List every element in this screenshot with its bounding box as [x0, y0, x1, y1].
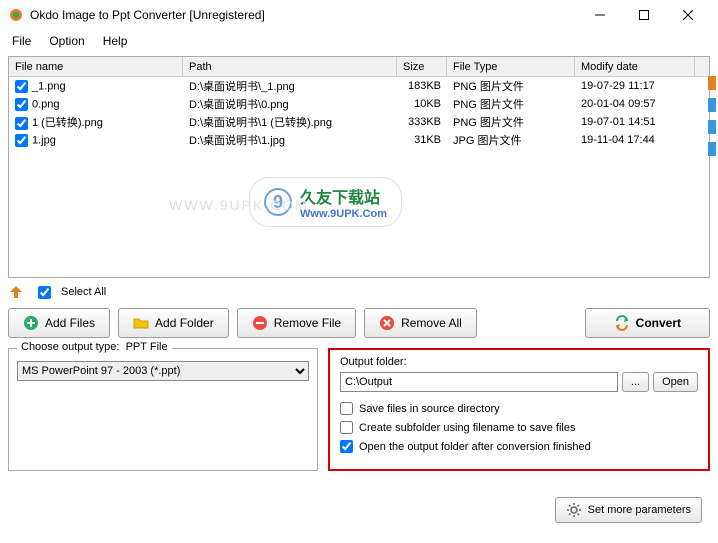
side-icons [708, 76, 716, 156]
file-list-header: File name Path Size File Type Modify dat… [9, 57, 709, 77]
row-checkbox[interactable] [15, 117, 28, 130]
save-in-source-row[interactable]: Save files in source directory [340, 402, 698, 415]
table-row[interactable]: 1.jpgD:\桌面说明书\1.jpg31KBJPG 图片文件19-11-04 … [9, 131, 709, 149]
add-files-button[interactable]: Add Files [8, 308, 110, 338]
select-all-checkbox[interactable] [38, 286, 51, 299]
convert-button[interactable]: Convert [585, 308, 710, 338]
window-title: Okdo Image to Ppt Converter [Unregistere… [30, 8, 578, 22]
output-type-group: Choose output type: PPT File MS PowerPoi… [8, 348, 318, 471]
table-row[interactable]: 1 (已转换).pngD:\桌面说明书\1 (已转换).png333KBPNG … [9, 113, 709, 131]
side-icon-1[interactable] [708, 76, 716, 90]
row-checkbox[interactable] [15, 134, 28, 147]
menu-option[interactable]: Option [41, 32, 92, 50]
browse-button[interactable]: ... [622, 372, 649, 392]
side-icon-4[interactable] [708, 142, 716, 156]
plus-icon [23, 315, 39, 331]
remove-file-button[interactable]: Remove File [237, 308, 356, 338]
col-header-size[interactable]: Size [397, 57, 447, 76]
table-row[interactable]: 0.pngD:\桌面说明书\0.png10KBPNG 图片文件20-01-04 … [9, 95, 709, 113]
row-checkbox[interactable] [15, 80, 28, 93]
open-after-checkbox[interactable] [340, 440, 353, 453]
col-header-name[interactable]: File name [9, 57, 183, 76]
col-header-path[interactable]: Path [183, 57, 397, 76]
output-type-select[interactable]: MS PowerPoint 97 - 2003 (*.ppt) [17, 361, 309, 381]
save-in-source-checkbox[interactable] [340, 402, 353, 415]
open-folder-button[interactable]: Open [653, 372, 698, 392]
select-all-row: Select All [8, 284, 710, 300]
maximize-button[interactable] [622, 0, 666, 30]
gear-icon [566, 502, 582, 518]
side-icon-3[interactable] [708, 120, 716, 134]
col-header-date[interactable]: Modify date [575, 57, 695, 76]
bottom-panel: Choose output type: PPT File MS PowerPoi… [8, 348, 710, 471]
close-button[interactable] [666, 0, 710, 30]
add-folder-button[interactable]: Add Folder [118, 308, 229, 338]
menu-file[interactable]: File [4, 32, 39, 50]
set-more-parameters-button[interactable]: Set more parameters [555, 497, 702, 523]
remove-all-button[interactable]: Remove All [364, 308, 477, 338]
create-subfolder-checkbox[interactable] [340, 421, 353, 434]
set-more-wrap: Set more parameters [555, 497, 702, 523]
watermark: WWW.9UPK.COM 9 久友下载站 Www.9UPK.Com [249, 177, 402, 227]
output-folder-input[interactable] [340, 372, 618, 392]
minimize-button[interactable] [578, 0, 622, 30]
app-icon [8, 7, 24, 23]
table-row[interactable]: _1.pngD:\桌面说明书\_1.png183KBPNG 图片文件19-07-… [9, 77, 709, 95]
minus-icon [252, 315, 268, 331]
open-after-row[interactable]: Open the output folder after conversion … [340, 440, 698, 453]
output-folder-label: Output folder: [340, 356, 698, 368]
output-folder-group: Output folder: ... Open Save files in so… [328, 348, 710, 471]
remove-all-icon [379, 315, 395, 331]
up-arrow-icon[interactable] [8, 284, 24, 300]
titlebar: Okdo Image to Ppt Converter [Unregistere… [0, 0, 718, 30]
folder-icon [133, 315, 149, 331]
action-bar: Add Files Add Folder Remove File Remove … [8, 308, 710, 338]
file-list: File name Path Size File Type Modify dat… [8, 56, 710, 278]
col-header-type[interactable]: File Type [447, 57, 575, 76]
menu-help[interactable]: Help [95, 32, 136, 50]
select-all-label: Select All [61, 286, 106, 298]
convert-icon [614, 315, 630, 331]
create-subfolder-row[interactable]: Create subfolder using filename to save … [340, 421, 698, 434]
row-checkbox[interactable] [15, 98, 28, 111]
side-icon-2[interactable] [708, 98, 716, 112]
menubar: File Option Help [0, 30, 718, 52]
output-type-label: Choose output type: PPT File [17, 341, 172, 353]
